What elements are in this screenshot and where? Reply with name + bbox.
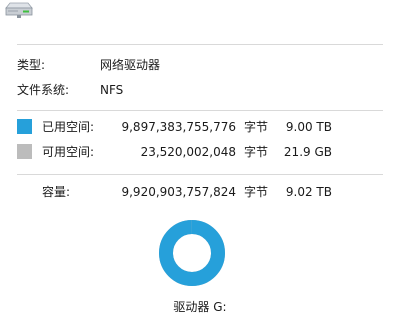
used-space-bytes: 9,897,383,755,776	[121, 120, 236, 134]
free-space-bytes: 23,520,002,048	[140, 145, 236, 159]
capacity-bytes: 9,920,903,757,824	[121, 185, 236, 199]
used-space-label: 已用空间:	[42, 120, 95, 134]
used-space-unit: 字节	[244, 120, 269, 134]
drive-label: 驱动器 G:	[173, 300, 227, 314]
divider-top	[17, 44, 383, 45]
divider-middle	[17, 110, 383, 111]
capacity-unit: 字节	[244, 185, 269, 199]
donut-used-arc	[159, 220, 225, 286]
capacity-label: 容量:	[42, 185, 71, 199]
type-value: 网络驱动器	[100, 58, 161, 72]
free-space-unit: 字节	[244, 145, 269, 159]
free-space-label: 可用空间:	[42, 145, 95, 159]
used-space-size: 9.00 TB	[285, 120, 332, 134]
divider-bottom	[17, 174, 383, 175]
capacity-size: 9.02 TB	[285, 185, 332, 199]
filesystem-value: NFS	[100, 83, 124, 97]
used-space-swatch	[17, 119, 32, 134]
filesystem-label: 文件系统:	[17, 83, 70, 97]
free-space-swatch	[17, 144, 32, 159]
free-space-size: 21.9 GB	[283, 145, 332, 159]
usage-donut	[159, 220, 225, 286]
network-drive-icon	[5, 2, 33, 18]
type-label: 类型:	[17, 58, 46, 72]
